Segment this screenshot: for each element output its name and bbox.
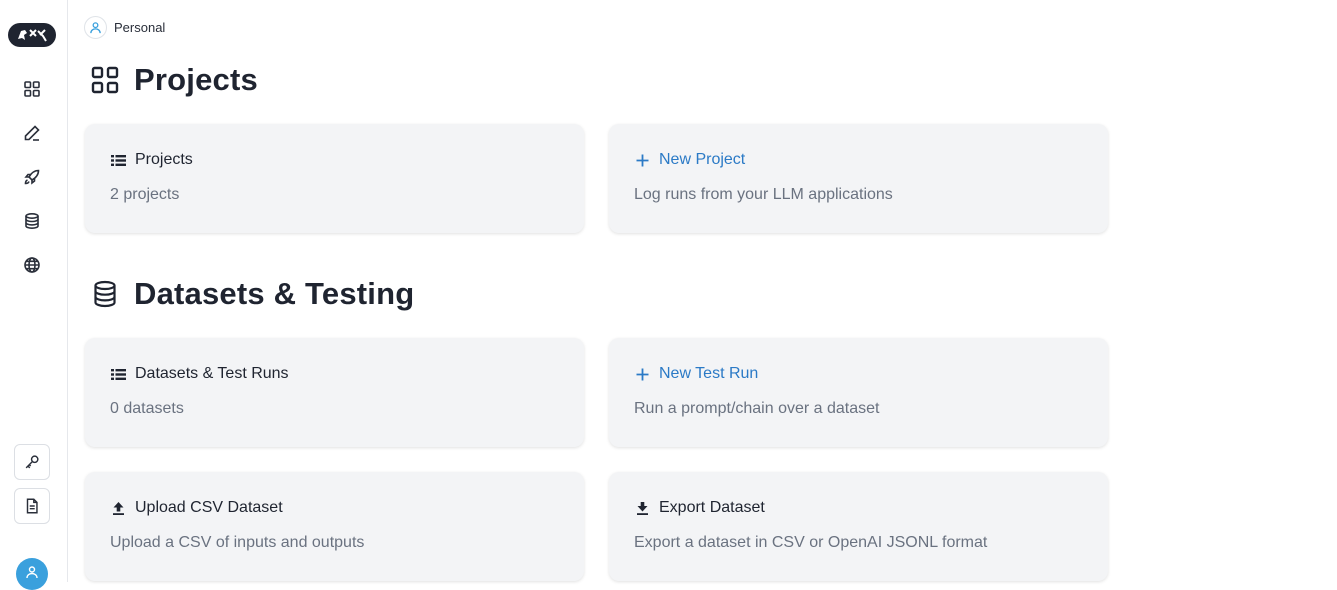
card-header: Projects: [110, 150, 559, 170]
card-description: Log runs from your LLM applications: [634, 186, 893, 203]
card-title: Projects: [135, 151, 193, 168]
projects-card[interactable]: Projects 2 projects: [85, 124, 584, 233]
key-icon: [25, 455, 39, 469]
nav-projects[interactable]: [18, 75, 46, 103]
card-description: Run a prompt/chain over a dataset: [634, 400, 880, 417]
card-title: New Project: [659, 151, 746, 168]
card-title: Upload CSV Dataset: [135, 499, 283, 516]
new-project-card[interactable]: New Project Log runs from your LLM appli…: [609, 124, 1108, 233]
card-header: Upload CSV Dataset: [110, 498, 559, 518]
sidebar: [0, 0, 68, 590]
export-dataset-card[interactable]: Export Dataset Export a dataset in CSV o…: [609, 472, 1108, 581]
upload-icon: [113, 501, 124, 515]
user-icon: [90, 21, 101, 33]
plus-icon: [636, 368, 649, 380]
section-heading: Datasets & Testing: [134, 276, 415, 311]
app-logo[interactable]: [8, 23, 56, 47]
upload-csv-card[interactable]: Upload CSV Dataset Upload a CSV of input…: [85, 472, 584, 581]
rocket-icon: [24, 169, 40, 185]
card-title: New Test Run: [659, 365, 759, 382]
nav-deployments[interactable]: [18, 163, 46, 191]
nav-playground[interactable]: [18, 119, 46, 147]
parrot-tools-logo: [18, 29, 47, 42]
new-test-run-card[interactable]: New Test Run Run a prompt/chain over a d…: [609, 338, 1108, 447]
pen-icon: [24, 125, 40, 141]
user-icon: [26, 566, 38, 579]
org-selector[interactable]: Personal: [84, 15, 165, 39]
card-header: New Project: [634, 150, 1083, 170]
card-header: Datasets & Test Runs: [110, 364, 559, 384]
docs-button[interactable]: [14, 488, 50, 524]
nav-datasets[interactable]: [18, 207, 46, 235]
globe-icon: [24, 257, 40, 273]
card-description: Upload a CSV of inputs and outputs: [110, 534, 365, 551]
database-icon: [94, 280, 116, 308]
plus-icon: [636, 154, 649, 166]
card-description: 2 projects: [110, 186, 180, 203]
list-icon: [111, 154, 126, 166]
main-content: Personal Projects Projects 2 projects Ne…: [84, 0, 1337, 582]
card-header: Export Dataset: [634, 498, 1083, 518]
page-title: Projects: [134, 62, 258, 97]
org-label: Personal: [114, 19, 166, 35]
grid-icon: [24, 81, 40, 97]
card-title: Datasets & Test Runs: [135, 365, 289, 382]
list-icon: [111, 368, 126, 380]
card-description: Export a dataset in CSV or OpenAI JSONL …: [634, 534, 988, 551]
card-description: 0 datasets: [110, 400, 184, 417]
projects-section-title: Projects: [90, 62, 258, 98]
nav-hub[interactable]: [18, 251, 46, 279]
database-icon: [25, 212, 39, 230]
user-avatar[interactable]: [16, 558, 48, 590]
download-icon: [637, 501, 648, 515]
datasets-section-title: Datasets & Testing: [90, 276, 414, 312]
grid-icon: [91, 66, 119, 94]
card-title: Export Dataset: [659, 499, 765, 516]
document-icon: [26, 498, 38, 514]
api-keys-button[interactable]: [14, 444, 50, 480]
org-avatar: [84, 15, 107, 39]
datasets-card[interactable]: Datasets & Test Runs 0 datasets: [85, 338, 584, 447]
card-header: New Test Run: [634, 364, 1083, 384]
